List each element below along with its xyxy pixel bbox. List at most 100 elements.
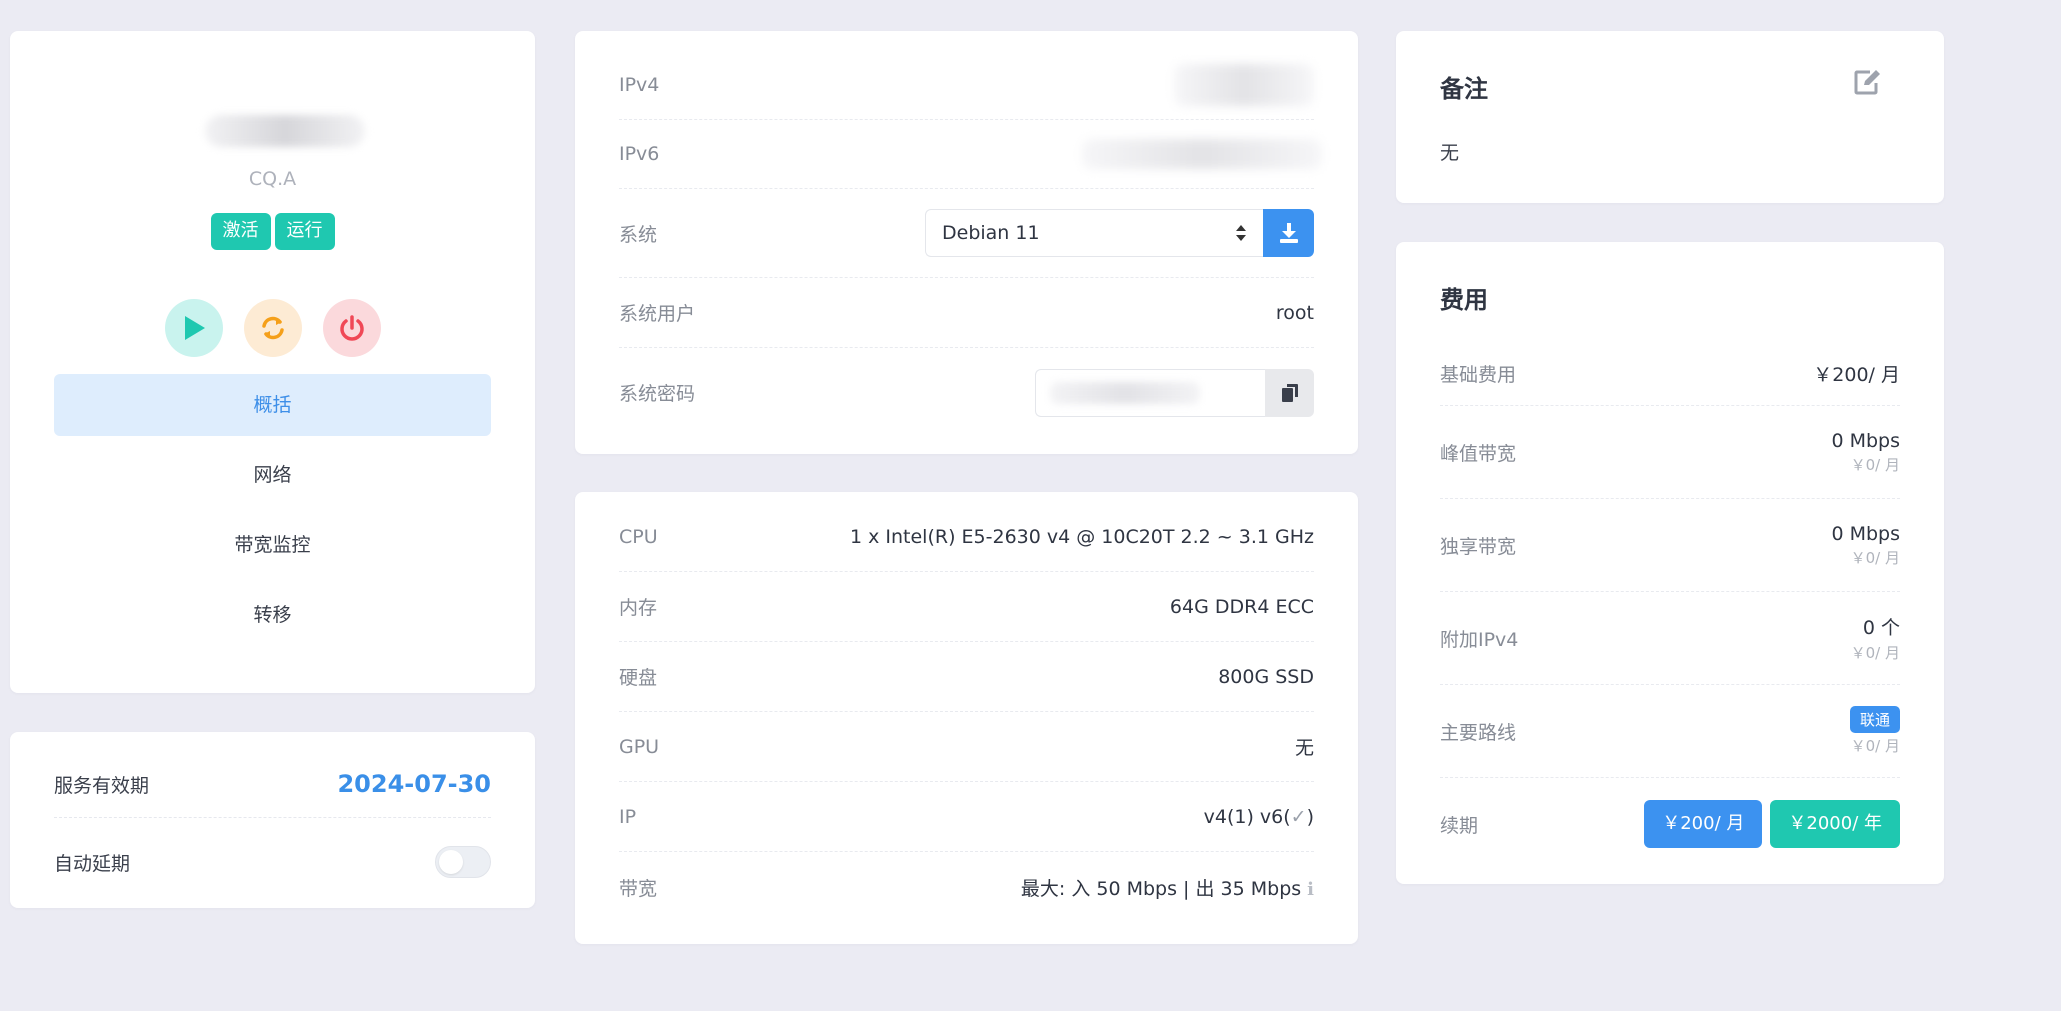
memory-label: 内存 — [619, 597, 658, 619]
ipv4-row: IPv4 — [619, 51, 1314, 120]
os-select[interactable]: Debian 11 — [925, 209, 1263, 257]
check-icon: ✓ — [1290, 805, 1307, 828]
ipv4-value-redacted — [1174, 64, 1314, 106]
fee-row: 基础费用 ￥200/ 月 — [1440, 342, 1900, 406]
os-label: 系统 — [619, 223, 658, 246]
gpu-value: 无 — [1294, 737, 1314, 759]
password-value-redacted — [1050, 381, 1200, 404]
fee-dedicated-value-wrap: 0 Mbps ￥0/ 月 — [1831, 523, 1900, 568]
server-location: CQ.A — [248, 168, 297, 190]
service-validity-card: 服务有效期 2024-07-30 自动延期 — [10, 732, 535, 908]
nav-item-overview[interactable]: 概括 — [54, 374, 491, 436]
sort-arrows-icon — [1235, 224, 1247, 242]
power-controls — [10, 299, 535, 357]
fee-base-value: ￥200/ 月 — [1813, 364, 1900, 386]
fee-route-label: 主要路线 — [1440, 721, 1517, 744]
fee-ipv4-label: 附加IPv4 — [1440, 628, 1519, 651]
fees-title: 费用 — [1440, 286, 1488, 314]
play-icon — [184, 316, 205, 340]
fee-ipv4-price: ￥0/ 月 — [1850, 644, 1900, 662]
hardware-info-card: CPU 1 x Intel(R) E5-2630 v4 @ 10C20T 2.2… — [575, 492, 1358, 944]
system-user-value: root — [1275, 301, 1314, 324]
fee-base-value-wrap: ￥200/ 月 — [1813, 360, 1900, 387]
cpu-value: 1 x Intel(R) E5-2630 v4 @ 10C20T 2.2 ~ 3… — [849, 525, 1314, 548]
os-select-group: Debian 11 — [925, 209, 1314, 257]
system-password-label: 系统密码 — [619, 383, 696, 405]
cpu-row: CPU 1 x Intel(R) E5-2630 v4 @ 10C20T 2.2… — [619, 502, 1314, 572]
ipv6-label: IPv6 — [619, 143, 660, 165]
edit-icon[interactable] — [1854, 69, 1882, 99]
system-password-row: 系统密码 — [619, 348, 1314, 437]
fee-row: 独享带宽 0 Mbps ￥0/ 月 — [1440, 499, 1900, 592]
cpu-label: CPU — [619, 525, 658, 548]
fee-route-price: ￥0/ 月 — [1850, 737, 1900, 755]
ip-value-suffix: ) — [1306, 805, 1314, 828]
nav-item-network[interactable]: 网络 — [54, 444, 491, 506]
status-badge-running: 运行 — [274, 213, 335, 250]
shutdown-button[interactable] — [322, 299, 381, 357]
fee-peak-value: 0 Mbps — [1831, 429, 1900, 452]
notes-title: 备注 — [1440, 75, 1488, 103]
info-icon[interactable]: i — [1307, 879, 1314, 900]
copy-icon — [1281, 383, 1298, 402]
server-name-redacted — [205, 115, 365, 147]
disk-label: 硬盘 — [619, 667, 658, 689]
status-badges: 激活 运行 — [10, 213, 535, 250]
download-icon — [1279, 223, 1298, 243]
fee-row: 峰值带宽 0 Mbps ￥0/ 月 — [1440, 406, 1900, 499]
fee-dedicated-label: 独享带宽 — [1440, 535, 1517, 558]
nav-item-transfer[interactable]: 转移 — [54, 584, 491, 646]
validity-label: 服务有效期 — [54, 774, 150, 797]
system-user-row: 系统用户 root — [619, 278, 1314, 348]
renew-yearly-button[interactable]: ￥2000/ 年 — [1770, 800, 1900, 848]
os-row: 系统 Debian 11 — [619, 189, 1314, 278]
server-nav: 概括 网络 带宽监控 转移 — [54, 374, 491, 654]
server-profile-card: CQ.A 激活 运行 概括 网络 带宽监控 转移 — [10, 31, 535, 693]
renew-buttons: ￥200/ 月 ￥2000/ 年 — [1644, 800, 1900, 848]
fee-peak-label: 峰值带宽 — [1440, 442, 1517, 465]
ip-row: IP v4(1) v6(✓) — [619, 782, 1314, 852]
ipv6-value-redacted — [1082, 139, 1322, 169]
fee-peak-price: ￥0/ 月 — [1850, 455, 1900, 474]
fee-route-value-wrap: 联通 ￥0/ 月 — [1849, 706, 1900, 756]
fee-base-label: 基础费用 — [1440, 364, 1517, 386]
validity-date: 2024-07-30 — [337, 770, 491, 798]
fee-dedicated-price: ￥0/ 月 — [1850, 548, 1900, 567]
copy-password-button[interactable] — [1265, 368, 1314, 417]
bandwidth-value-wrap: 最大: 入 50 Mbps | 出 35 Mbps i — [1021, 874, 1314, 901]
memory-value: 64G DDR4 ECC — [1169, 595, 1314, 618]
notes-content: 无 — [1440, 142, 1460, 164]
nav-item-bandwidth-monitor[interactable]: 带宽监控 — [54, 514, 491, 576]
fee-row: 主要路线 联通 ￥0/ 月 — [1440, 685, 1900, 778]
renew-label: 续期 — [1440, 814, 1479, 837]
renew-monthly-button[interactable]: ￥200/ 月 — [1644, 800, 1763, 848]
disk-value: 800G SSD — [1218, 665, 1314, 688]
gpu-label: GPU — [619, 735, 660, 758]
fee-dedicated-value: 0 Mbps — [1831, 522, 1900, 545]
route-tag: 联通 — [1849, 706, 1900, 733]
auto-renew-toggle[interactable] — [435, 846, 491, 878]
validity-row: 服务有效期 2024-07-30 — [54, 754, 491, 814]
ip-value: v4(1) v6(✓) — [1204, 806, 1314, 828]
fee-peak-value-wrap: 0 Mbps ￥0/ 月 — [1831, 430, 1900, 475]
bandwidth-label: 带宽 — [619, 877, 658, 900]
start-button[interactable] — [164, 299, 223, 357]
power-icon — [339, 315, 364, 341]
auto-renew-row: 自动延期 — [54, 832, 491, 892]
toggle-knob — [439, 850, 463, 874]
notes-card: 备注 无 — [1396, 31, 1944, 203]
reinstall-os-button[interactable] — [1263, 209, 1314, 257]
fee-ipv4-value-wrap: 0 个 ￥0/ 月 — [1851, 613, 1900, 663]
bandwidth-value: 最大: 入 50 Mbps | 出 35 Mbps — [1020, 877, 1302, 900]
disk-row: 硬盘 800G SSD — [619, 642, 1314, 712]
gpu-row: GPU 无 — [619, 712, 1314, 782]
ipv6-row: IPv6 — [619, 120, 1322, 189]
system-info-card: IPv4 IPv6 系统 Debian 11 系统用户 root 系统密码 — [575, 31, 1358, 454]
restart-button[interactable] — [243, 299, 302, 357]
password-field[interactable] — [1035, 368, 1265, 417]
system-user-label: 系统用户 — [619, 303, 696, 325]
ip-value-text: v4(1) v6( — [1203, 805, 1291, 828]
fees-card: 费用 基础费用 ￥200/ 月 峰值带宽 0 Mbps ￥0/ 月 独享带宽 0… — [1396, 242, 1944, 884]
memory-row: 内存 64G DDR4 ECC — [619, 572, 1314, 642]
bandwidth-row: 带宽 最大: 入 50 Mbps | 出 35 Mbps i — [619, 852, 1314, 922]
